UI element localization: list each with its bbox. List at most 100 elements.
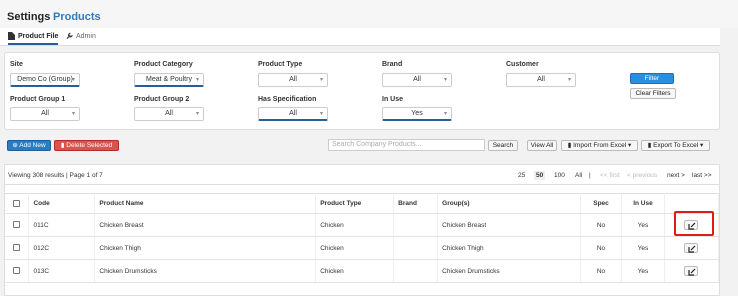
cell-groups: Chicken Drumsticks xyxy=(437,259,582,283)
row-checkbox[interactable] xyxy=(13,221,21,229)
chevron-down-icon: ▾ xyxy=(71,111,75,117)
row-select-cell xyxy=(5,259,30,283)
edit-button[interactable] xyxy=(684,243,699,253)
brand-select[interactable]: All ▾ xyxy=(382,73,452,87)
cell-code: 012C xyxy=(28,236,96,260)
tab-admin[interactable]: Admin xyxy=(66,32,96,40)
cell-product-name: Chicken Drumsticks xyxy=(94,259,317,283)
cell-spec: No xyxy=(580,259,622,283)
product-type-value: All xyxy=(289,76,297,83)
select-all-cell xyxy=(5,193,30,214)
product-group-1-value: All xyxy=(41,110,49,117)
delete-selected-label: Delete Selected xyxy=(66,142,113,149)
in-use-value: Yes xyxy=(411,110,423,117)
tab-product-file[interactable]: Product File xyxy=(8,32,59,45)
page-section: Products xyxy=(53,11,101,23)
last-page-link[interactable]: last >> xyxy=(692,172,712,179)
export-excel-button[interactable]: ▮ Export To Excel ▾ xyxy=(641,140,710,151)
page-header: Settings Products xyxy=(0,0,738,28)
add-new-label: Add New xyxy=(19,142,46,149)
edit-icon xyxy=(688,268,696,276)
row-checkbox[interactable] xyxy=(13,267,21,275)
edit-button[interactable] xyxy=(684,266,699,276)
brand-label: Brand xyxy=(382,61,403,68)
table-row: 013C Chicken Drumsticks Chicken Chicken … xyxy=(5,259,720,283)
results-info: Viewing 308 results | Page 1 of 7 xyxy=(8,172,103,179)
import-excel-label: Import From Excel xyxy=(573,142,627,149)
products-table: Code Product Name Product Type Brand Gro… xyxy=(5,193,720,283)
column-header-spec[interactable]: Spec xyxy=(580,193,622,214)
has-specification-select[interactable]: All ▾ xyxy=(258,107,328,121)
product-group-1-select[interactable]: All ▾ xyxy=(10,107,80,121)
pager: Viewing 308 results | Page 1 of 7 25 50 … xyxy=(5,165,719,185)
cell-brand xyxy=(393,213,439,237)
view-all-button[interactable]: View All xyxy=(527,140,557,151)
in-use-label: In Use xyxy=(382,96,404,103)
site-select[interactable]: Demo Co (Group) ▾ xyxy=(10,73,80,87)
site-value: Demo Co (Group) xyxy=(17,76,73,83)
chevron-down-icon: ▾ xyxy=(319,111,323,117)
column-header-product-name[interactable]: Product Name xyxy=(94,193,317,214)
customer-value: All xyxy=(537,76,545,83)
select-all-checkbox[interactable] xyxy=(13,199,21,207)
column-header-brand[interactable]: Brand xyxy=(393,193,439,214)
cell-actions xyxy=(664,236,720,260)
delete-selected-button[interactable]: ▮ Delete Selected xyxy=(54,140,119,151)
customer-select[interactable]: All ▾ xyxy=(506,73,576,87)
filter-panel xyxy=(4,52,720,130)
clear-filters-button[interactable]: Clear Filters xyxy=(630,88,676,99)
tab-label: Admin xyxy=(76,32,96,40)
cell-groups: Chicken Thigh xyxy=(437,236,582,260)
product-type-select[interactable]: All ▾ xyxy=(258,73,328,87)
chevron-down-icon: ▾ xyxy=(698,142,704,149)
next-page-link[interactable]: next > xyxy=(667,172,685,179)
chevron-down-icon: ▾ xyxy=(71,77,75,83)
product-type-label: Product Type xyxy=(258,61,303,68)
cell-brand xyxy=(393,236,439,260)
product-group-2-select[interactable]: All ▾ xyxy=(134,107,204,121)
cell-actions xyxy=(664,259,720,283)
search-input[interactable]: Search Company Products... xyxy=(328,139,485,151)
has-specification-label: Has Specification xyxy=(258,96,317,103)
row-select-cell xyxy=(5,236,30,260)
import-excel-button[interactable]: ▮ Import From Excel ▾ xyxy=(561,140,638,151)
product-category-select[interactable]: Meat & Poultry ▾ xyxy=(134,73,204,87)
in-use-select[interactable]: Yes ▾ xyxy=(382,107,452,121)
brand-value: All xyxy=(413,76,421,83)
filter-button[interactable]: Filter xyxy=(630,73,674,84)
column-header-product-type[interactable]: Product Type xyxy=(315,193,395,214)
product-group-2-label: Product Group 2 xyxy=(134,96,190,103)
table-row: 011C Chicken Breast Chicken Chicken Brea… xyxy=(5,213,720,237)
previous-page-link[interactable]: < previous xyxy=(627,172,657,179)
edit-icon xyxy=(688,245,696,253)
chevron-down-icon: ▾ xyxy=(319,77,323,83)
wrench-icon xyxy=(66,32,73,40)
page-size-50[interactable]: 50 xyxy=(534,171,546,180)
tab-label: Product File xyxy=(18,32,59,40)
cell-code: 011C xyxy=(28,213,96,237)
column-header-code[interactable]: Code xyxy=(28,193,96,214)
highlight-box xyxy=(674,211,714,236)
tab-bar: Product File Admin xyxy=(0,28,720,46)
page-size-25[interactable]: 25 xyxy=(518,172,525,179)
page-size-all[interactable]: All xyxy=(575,172,582,179)
has-specification-value: All xyxy=(289,110,297,117)
chevron-down-icon: ▾ xyxy=(195,77,199,83)
cell-product-name: Chicken Breast xyxy=(94,213,317,237)
cell-spec: No xyxy=(580,213,622,237)
first-page-link[interactable]: << first xyxy=(600,172,620,179)
column-header-groups[interactable]: Group(s) xyxy=(437,193,582,214)
file-icon xyxy=(8,32,15,40)
add-new-button[interactable]: ⊕ Add New xyxy=(7,140,51,151)
chevron-down-icon: ▾ xyxy=(195,111,199,117)
cell-in-use: Yes xyxy=(621,213,665,237)
row-checkbox[interactable] xyxy=(13,244,21,252)
table-row: 012C Chicken Thigh Chicken Chicken Thigh… xyxy=(5,236,720,260)
cell-in-use: Yes xyxy=(621,236,665,260)
cell-code: 013C xyxy=(28,259,96,283)
page-size-100[interactable]: 100 xyxy=(554,172,565,179)
cell-product-type: Chicken xyxy=(315,213,395,237)
column-header-in-use[interactable]: In Use xyxy=(621,193,665,214)
customer-label: Customer xyxy=(506,61,539,68)
search-button[interactable]: Search xyxy=(488,140,518,151)
